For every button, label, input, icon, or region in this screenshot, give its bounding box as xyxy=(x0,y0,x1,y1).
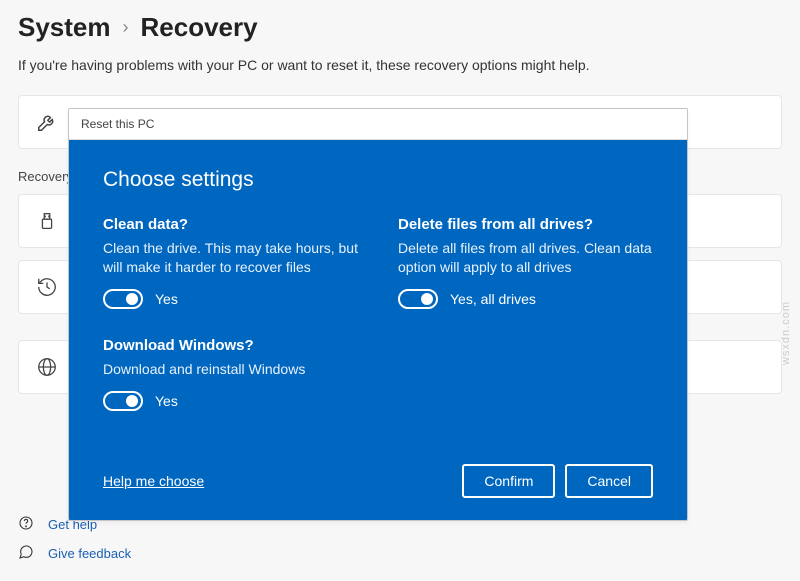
cancel-button[interactable]: Cancel xyxy=(565,464,653,498)
delete-all-drives-option: Delete files from all drives? Delete all… xyxy=(398,216,653,309)
delete-all-drives-heading: Delete files from all drives? xyxy=(398,216,653,233)
download-windows-desc: Download and reinstall Windows xyxy=(103,360,358,379)
breadcrumb-parent[interactable]: System xyxy=(18,12,111,43)
page-title: Recovery xyxy=(141,12,258,43)
confirm-button[interactable]: Confirm xyxy=(462,464,555,498)
give-feedback-link[interactable]: Give feedback xyxy=(18,544,131,563)
usb-icon xyxy=(35,209,59,233)
wrench-icon xyxy=(35,110,59,134)
download-windows-option: Download Windows? Download and reinstall… xyxy=(103,337,358,411)
delete-all-drives-toggle-label: Yes, all drives xyxy=(450,291,536,307)
delete-all-drives-desc: Delete all files from all drives. Clean … xyxy=(398,239,653,277)
intro-text: If you're having problems with your PC o… xyxy=(18,57,782,73)
clean-data-desc: Clean the drive. This may take hours, bu… xyxy=(103,239,358,277)
dialog-heading: Choose settings xyxy=(103,168,653,192)
chevron-right-icon: › xyxy=(123,17,129,38)
help-me-choose-link[interactable]: Help me choose xyxy=(103,473,204,489)
give-feedback-label: Give feedback xyxy=(48,546,131,561)
clean-data-heading: Clean data? xyxy=(103,216,358,233)
help-icon xyxy=(18,515,36,534)
globe-icon xyxy=(35,355,59,379)
download-windows-toggle[interactable] xyxy=(103,391,143,411)
feedback-icon xyxy=(18,544,36,563)
download-windows-heading: Download Windows? xyxy=(103,337,358,354)
breadcrumb: System › Recovery xyxy=(18,12,782,43)
reset-pc-dialog: Reset this PC Choose settings Clean data… xyxy=(68,108,688,521)
delete-all-drives-toggle[interactable] xyxy=(398,289,438,309)
dialog-titlebar: Reset this PC xyxy=(69,109,687,140)
watermark: wsxdn.com xyxy=(780,301,792,365)
clean-data-option: Clean data? Clean the drive. This may ta… xyxy=(103,216,358,309)
footer-links: Get help Give feedback xyxy=(18,515,131,573)
clean-data-toggle-label: Yes xyxy=(155,291,178,307)
history-icon xyxy=(35,275,59,299)
download-windows-toggle-label: Yes xyxy=(155,393,178,409)
clean-data-toggle[interactable] xyxy=(103,289,143,309)
